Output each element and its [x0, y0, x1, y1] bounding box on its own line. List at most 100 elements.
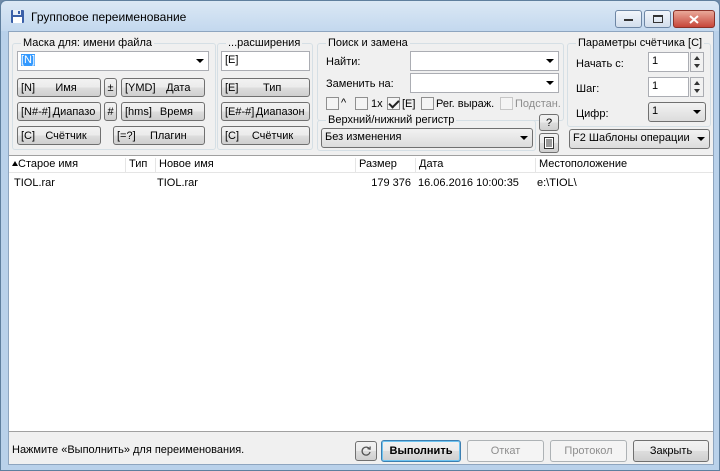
caret-checkbox[interactable] — [326, 97, 339, 110]
start-input[interactable]: 1 — [648, 52, 689, 72]
step-input[interactable]: 1 — [648, 77, 689, 97]
close-icon — [689, 14, 699, 24]
status-text: Нажмите «Выполнить» для переименования. — [12, 444, 245, 456]
insert-ext-range-button[interactable]: [E#-#] Диапазон — [221, 102, 310, 121]
undo-button[interactable]: Откат — [467, 440, 544, 462]
chevron-down-icon — [196, 59, 204, 63]
run-button[interactable]: Выполнить — [381, 440, 461, 462]
button-label: Диапазо — [52, 105, 96, 118]
rename-window: Групповое переименование Маска для: имен… — [0, 0, 720, 471]
button-label: Время — [159, 105, 193, 118]
column-header-size[interactable]: Размер — [355, 158, 415, 172]
column-label: Местоположение — [539, 158, 628, 170]
ext-mask-input[interactable]: [E] — [221, 51, 310, 71]
button-key: [YMD] — [125, 81, 156, 94]
chevron-down-icon — [546, 59, 554, 63]
name-mask-value: [N] — [21, 54, 36, 66]
ext-checkbox[interactable] — [387, 97, 400, 110]
search-replace-group-label: Поиск и замена — [326, 37, 410, 49]
maximize-button[interactable] — [644, 10, 671, 28]
location-cell: e:\TIOL\ — [537, 177, 577, 189]
minimize-button[interactable] — [615, 10, 642, 28]
titlebar[interactable]: Групповое переименование — [1, 1, 719, 31]
file-list[interactable]: Старое имя Тип Новое имя Размер Дата Мес… — [9, 155, 713, 432]
replace-label: Заменить на: — [326, 78, 394, 90]
regex-checkbox[interactable] — [421, 97, 434, 110]
insert-ext-type-button[interactable]: [E] Тип — [221, 78, 310, 97]
button-label: Дата — [166, 81, 191, 94]
old-name-cell: TIOL.rar — [14, 177, 55, 189]
button-key: [C] — [225, 129, 240, 142]
step-value: 1 — [652, 80, 659, 92]
log-button[interactable]: Протокол — [550, 440, 627, 462]
replace-combo[interactable] — [410, 73, 559, 93]
column-label: Старое имя — [18, 158, 79, 170]
spin-up-icon — [694, 81, 700, 85]
column-label: Новое имя — [159, 158, 214, 170]
document-list-icon — [544, 137, 554, 149]
digits-label: Цифр: — [576, 108, 609, 120]
step-spinner[interactable] — [690, 77, 704, 97]
column-label: Тип — [129, 158, 148, 170]
insert-name-range-button[interactable]: [N#-#] Диапазо — [17, 102, 101, 121]
button-key: [hms] — [125, 105, 152, 118]
edit-list-button[interactable] — [539, 133, 559, 153]
hash-button[interactable]: # — [104, 102, 117, 121]
spin-up-icon — [694, 56, 700, 60]
subst-label: Подстан. — [515, 98, 561, 110]
insert-ext-counter-button[interactable]: [C] Счётчик — [221, 126, 310, 145]
once-checkbox[interactable] — [355, 97, 368, 110]
chevron-down-icon — [546, 81, 554, 85]
minimize-icon — [624, 19, 633, 21]
button-label: Счётчик — [45, 129, 87, 142]
size-cell: 179 376 — [371, 177, 411, 189]
date-cell: 16.06.2016 10:00:35 — [418, 177, 519, 189]
button-label: # — [107, 105, 114, 118]
templates-combo[interactable]: F2 Шаблоны операции — [569, 129, 710, 149]
find-label: Найти: — [326, 56, 361, 68]
start-spinner[interactable] — [690, 52, 704, 72]
floppy-disk-icon — [11, 10, 24, 23]
maximize-icon — [652, 15, 663, 23]
reload-button[interactable] — [355, 441, 377, 461]
plus-minus-button[interactable]: ± — [104, 78, 117, 97]
column-header-old-name[interactable]: Старое имя — [9, 158, 125, 172]
close-button[interactable]: Закрыть — [633, 440, 709, 462]
insert-name-button[interactable]: [N] Имя — [17, 78, 101, 97]
digits-combo[interactable]: 1 — [648, 102, 706, 122]
case-combo[interactable]: Без изменения — [321, 128, 533, 148]
start-value: 1 — [652, 55, 659, 67]
help-button[interactable]: ? — [539, 114, 559, 131]
column-header-new-name[interactable]: Новое имя — [155, 158, 355, 172]
insert-plugin-button[interactable]: [=?] Плагин — [113, 126, 205, 145]
insert-date-button[interactable]: [YMD] Дата — [121, 78, 205, 97]
insert-counter-button[interactable]: [C] Счётчик — [17, 126, 101, 145]
step-label: Шаг: — [576, 83, 600, 95]
name-mask-combo[interactable]: [N] — [17, 51, 209, 71]
digits-value: 1 — [652, 105, 659, 117]
chevron-down-icon — [697, 137, 705, 141]
column-header-type[interactable]: Тип — [125, 158, 155, 172]
ext-mask-value: [E] — [225, 54, 239, 66]
ext-label: [E] — [402, 98, 416, 110]
column-label: Дата — [419, 158, 444, 170]
table-row[interactable]: TIOL.rar TIOL.rar 179 376 16.06.2016 10:… — [9, 176, 713, 192]
insert-time-button[interactable]: [hms] Время — [121, 102, 205, 121]
button-label: ± — [107, 81, 114, 94]
button-label: Счётчик — [251, 129, 294, 142]
column-header-location[interactable]: Местоположение — [535, 158, 713, 172]
button-key: [E#-#] — [225, 105, 255, 118]
name-mask-group-label: Маска для: имени файла — [21, 37, 154, 49]
close-window-button[interactable] — [673, 10, 715, 28]
column-header-date[interactable]: Дата — [415, 158, 535, 172]
counter-group-label: Параметры счётчика [C] — [576, 37, 705, 49]
find-combo[interactable] — [410, 51, 559, 71]
button-key: [E] — [225, 81, 239, 94]
button-key: [C] — [21, 129, 36, 142]
spin-down-icon — [694, 89, 700, 93]
button-label: Диапазон — [255, 105, 305, 118]
subst-checkbox[interactable] — [500, 97, 513, 110]
window-title: Групповое переименование — [31, 10, 187, 24]
list-header: Старое имя Тип Новое имя Размер Дата Мес… — [9, 156, 713, 173]
spin-down-icon — [694, 64, 700, 68]
